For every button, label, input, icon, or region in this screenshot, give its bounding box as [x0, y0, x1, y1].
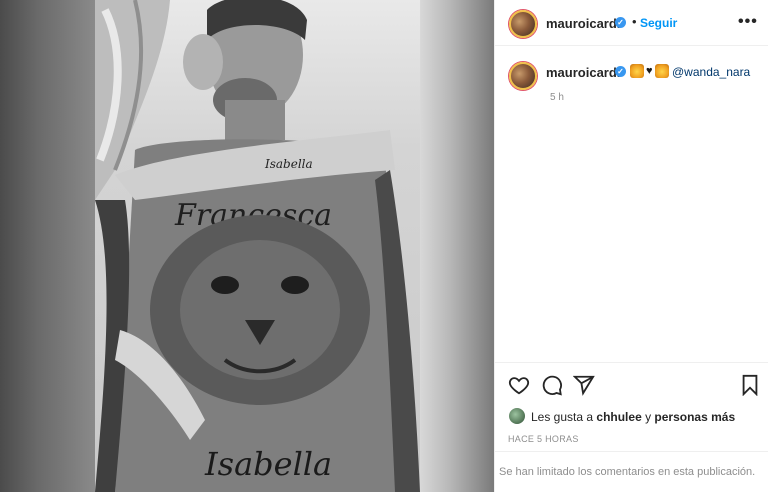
likes-middle: y	[641, 410, 655, 424]
comments-limited-notice: Se han limitado los comentarios en esta …	[499, 466, 756, 478]
post-header: mauroicardi ✓ • Seguir •••	[495, 0, 768, 46]
header-separator: •	[632, 14, 637, 29]
more-options-icon[interactable]: •••	[738, 13, 758, 31]
photo-illustration: Francesca Isabella Isabella	[95, 0, 420, 492]
caption-avatar[interactable]	[509, 62, 537, 90]
lion-face-emoji	[630, 64, 644, 78]
heart-icon[interactable]	[508, 374, 530, 401]
caption-time-ago: 5 h	[550, 92, 564, 103]
likes-summary[interactable]: Les gusta a chhulee y personas más	[531, 410, 735, 424]
post-photo[interactable]: Francesca Isabella Isabella	[95, 0, 420, 492]
caption-mention-link[interactable]: @wanda_nara	[672, 65, 750, 79]
post-date: HACE 5 HORAS	[508, 434, 579, 444]
paper-plane-icon[interactable]	[572, 374, 595, 401]
image-blur-right	[420, 0, 494, 492]
belly-tattoo-text: Isabella	[204, 445, 332, 483]
caption-emojis: ♥	[630, 63, 669, 79]
post-actions-bar	[495, 362, 768, 406]
lion-face-emoji	[654, 64, 669, 78]
arm-tattoo-text: Isabella	[264, 157, 313, 171]
comments-bar: Se han limitado los comentarios en esta …	[495, 451, 768, 492]
liker-avatar[interactable]	[509, 408, 525, 424]
likes-prefix: Les gusta a	[531, 410, 597, 424]
black-heart-emoji: ♥	[646, 65, 653, 77]
caption-username[interactable]: mauroicardi	[546, 65, 620, 80]
follow-button[interactable]: Seguir	[640, 16, 677, 30]
image-blur-left	[0, 0, 95, 492]
bookmark-icon[interactable]	[740, 374, 760, 401]
likes-user[interactable]: chhulee	[596, 410, 641, 424]
post-side-panel: mauroicardi ✓ • Seguir ••• mauroicardi ✓…	[494, 0, 768, 492]
author-username[interactable]: mauroicardi	[546, 16, 620, 31]
author-avatar[interactable]	[509, 10, 537, 38]
post-image-area: Francesca Isabella Isabella	[0, 0, 494, 492]
verified-badge-icon: ✓	[615, 17, 626, 28]
likes-others[interactable]: personas más	[654, 410, 735, 424]
comment-icon[interactable]	[541, 374, 563, 401]
verified-badge-icon: ✓	[615, 66, 626, 77]
